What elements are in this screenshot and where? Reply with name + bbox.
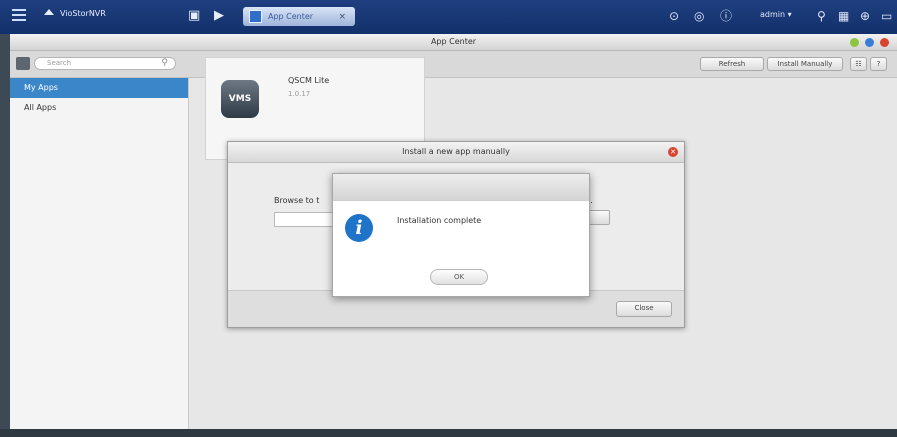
window-close-icon[interactable] — [880, 38, 889, 47]
main-menu-icon[interactable] — [12, 9, 26, 21]
sidebar-item-all-apps[interactable]: All Apps — [10, 98, 188, 118]
view-toggle-button[interactable]: ☷ — [850, 57, 867, 71]
home-icon — [44, 8, 54, 15]
home-link[interactable]: VioStorNVR — [44, 8, 106, 18]
maximize-icon[interactable] — [865, 38, 874, 47]
search-icon[interactable]: ⚲ — [161, 58, 168, 68]
tab-close-icon[interactable]: × — [338, 12, 346, 22]
close-button[interactable]: Close — [616, 301, 672, 317]
sidebar: My Apps All Apps — [10, 78, 189, 437]
complete-message: Installation complete — [397, 216, 482, 225]
tab-app-center[interactable]: App Center × — [243, 7, 355, 26]
play-icon[interactable]: ▶ — [214, 8, 224, 24]
search-icon[interactable]: ⚲ — [817, 9, 826, 23]
system-taskbar: VioStorNVR ▣ ▶ App Center × ⊙ ◎ ⓘ admin … — [0, 0, 897, 34]
monitor-icon[interactable]: ▣ — [188, 8, 200, 24]
sync-icon[interactable]: ◎ — [694, 9, 704, 23]
file-path-field[interactable] — [274, 212, 336, 227]
search-input[interactable]: Search ⚲ — [34, 57, 176, 70]
window-title: App Center — [430, 37, 477, 46]
window-titlebar: App Center — [10, 34, 897, 51]
info-icon: i — [345, 214, 373, 242]
install-dialog-title: Install a new app manually — [228, 142, 684, 163]
app-center-logo-icon — [16, 57, 30, 70]
browse-text: Browse to t — [274, 196, 320, 205]
search-placeholder: Search — [47, 59, 72, 67]
user-menu[interactable]: admin ▾ — [760, 10, 792, 19]
app-name: QSCM Lite — [288, 76, 330, 85]
installation-complete-dialog: i Installation complete OK — [332, 173, 590, 297]
brand-label: VioStorNVR — [60, 9, 106, 18]
sidebar-item-my-apps[interactable]: My Apps — [10, 78, 188, 98]
complete-dialog-header — [333, 174, 589, 201]
app-logo: VMS — [221, 80, 259, 118]
help-button[interactable]: ? — [870, 57, 887, 71]
tab-label: App Center — [268, 12, 314, 21]
install-manually-button[interactable]: Install Manually — [767, 57, 843, 71]
app-version: 1.0.17 — [288, 90, 311, 98]
minimize-icon[interactable] — [850, 38, 859, 47]
clock-icon[interactable]: ⊙ — [669, 9, 679, 23]
info-circle-icon[interactable]: ⓘ — [720, 9, 732, 23]
refresh-button[interactable]: Refresh — [700, 57, 764, 71]
dialog-close-icon[interactable]: ✕ — [668, 147, 678, 157]
ok-button[interactable]: OK — [430, 269, 488, 285]
desktop-bottom-edge — [0, 429, 897, 437]
app-center-tab-icon — [249, 10, 262, 23]
desktop-icon[interactable]: ▭ — [881, 9, 892, 23]
app-center-toolbar: Search ⚲ Refresh Install Manually ☷ ? — [10, 51, 897, 78]
globe-icon[interactable]: ⊕ — [860, 9, 870, 23]
dashboard-icon[interactable]: ▦ — [838, 9, 849, 23]
